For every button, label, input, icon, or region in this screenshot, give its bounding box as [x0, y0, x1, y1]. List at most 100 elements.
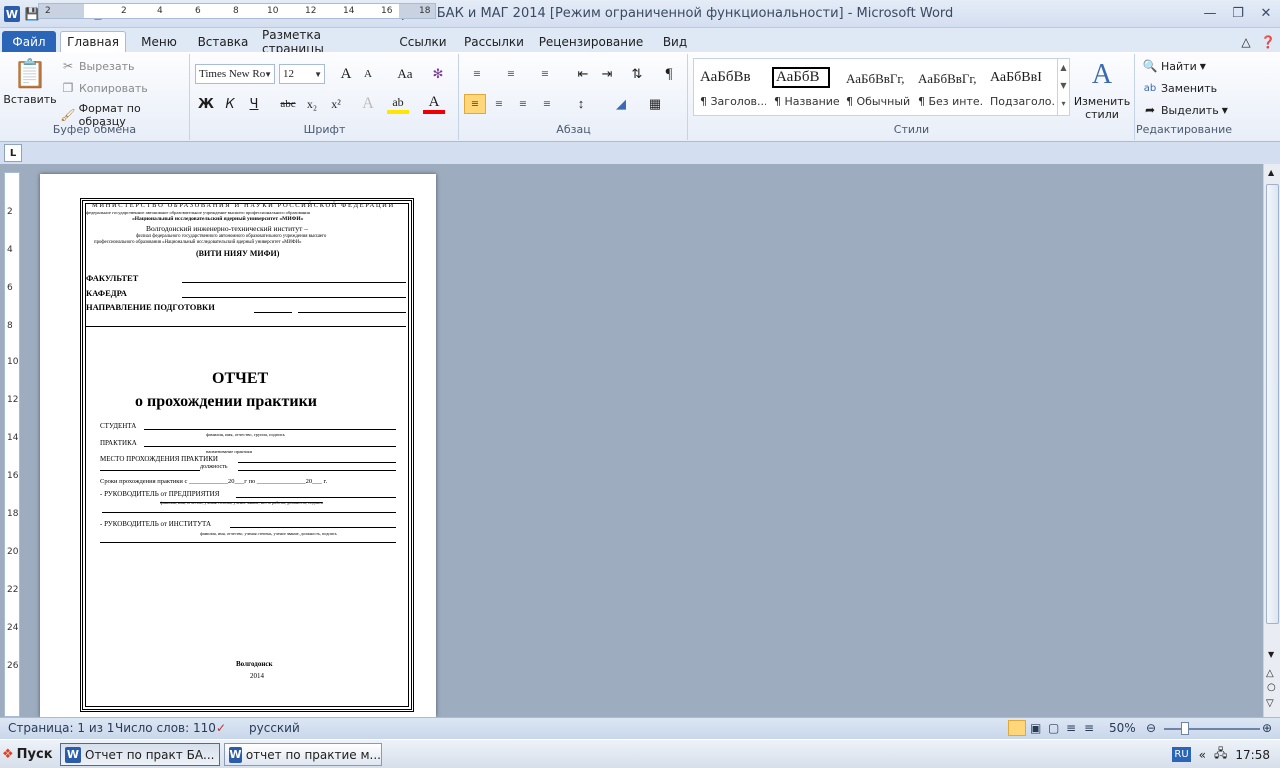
scroll-down-icon[interactable]: ▼ [1268, 650, 1274, 659]
select-button[interactable]: ➦ Выделить ▼ [1142, 102, 1228, 118]
italic-button[interactable]: К [219, 94, 241, 114]
language-indicator[interactable]: RU [1172, 747, 1191, 762]
horizontal-ruler[interactable]: 2 2 4 6 8 10 12 14 16 18 [38, 3, 436, 19]
clear-format-icon[interactable]: ✻ [427, 64, 449, 84]
network-icon[interactable]: 🖧 [1214, 744, 1227, 765]
start-button[interactable]: ❖ Пуск [2, 743, 54, 766]
paste-button[interactable]: 📋 Вставить [3, 58, 56, 118]
align-right-icon[interactable]: ≡ [512, 94, 534, 114]
tab-references[interactable]: Ссылки [394, 31, 452, 52]
borders-icon[interactable]: ▦ [644, 94, 666, 114]
next-page-icon[interactable]: ▽ [1266, 698, 1274, 709]
previous-page-icon[interactable]: △ [1266, 668, 1274, 679]
replace-button[interactable]: ab Заменить [1142, 80, 1217, 96]
tab-page-layout[interactable]: Разметка страницы [262, 28, 386, 56]
tab-insert[interactable]: Вставка [192, 31, 254, 52]
style-heading[interactable]: АаБбВв ¶ Заголов... [696, 61, 768, 113]
tab-home[interactable]: Главная [60, 31, 126, 52]
vertical-ruler[interactable]: 2 4 6 8 10 12 14 16 18 20 22 24 26 [4, 172, 20, 717]
zoom-slider[interactable] [1164, 728, 1260, 730]
underline-button[interactable]: Ч [243, 94, 265, 114]
increase-indent-icon[interactable]: ⇥ [596, 64, 618, 84]
font-color-icon[interactable]: A [423, 94, 445, 114]
zoom-level[interactable]: 50% [1109, 721, 1136, 735]
sort-icon[interactable]: ⇅ [626, 64, 648, 84]
style-no-spacing[interactable]: АаБбВвГг, ¶ Без инте... [914, 61, 986, 113]
font-name-combo[interactable]: Times New Ro ▼ [195, 64, 275, 84]
draft-view-icon[interactable]: ≡ [1084, 721, 1094, 735]
word-count-status[interactable]: Число слов: 110 [115, 721, 216, 735]
tab-mailings[interactable]: Рассылки [460, 31, 528, 52]
print-layout-view-icon[interactable] [1008, 720, 1026, 736]
practice-line [144, 446, 396, 447]
faculty-line [182, 282, 406, 283]
paragraph-group: ≡ ≡ ≡ ⇤ ⇥ ⇅ ¶ ≡ ≡ ≡ ≡ ↕ ◢ ▦ Абзац [460, 54, 688, 140]
tab-view[interactable]: Вид [656, 31, 694, 52]
minimize-button[interactable]: — [1196, 0, 1224, 26]
student-hint: фамилия, имя, отчество, группа, подпись [206, 432, 285, 437]
tab-menu[interactable]: Меню [132, 31, 186, 52]
text-effects-icon[interactable]: A [357, 94, 379, 114]
zoom-out-icon[interactable]: ⊖ [1146, 721, 1156, 735]
find-button[interactable]: 🔍 Найти ▼ [1142, 58, 1206, 74]
tab-file[interactable]: Файл [2, 31, 56, 52]
align-left-icon[interactable]: ≡ [464, 94, 486, 114]
bold-button[interactable]: Ж [195, 94, 217, 114]
word-icon: W [65, 746, 81, 763]
help-icon[interactable]: △ [1236, 31, 1256, 52]
numbering-icon[interactable]: ≡ [500, 64, 522, 84]
scroll-thumb[interactable] [1266, 184, 1279, 624]
strikethrough-button[interactable]: abc [277, 94, 299, 114]
browse-object-icon[interactable]: ○ [1267, 682, 1276, 693]
style-subtitle[interactable]: АаБбВвI Подзаголо... [986, 61, 1058, 113]
help-question-icon[interactable]: ❓ [1258, 31, 1278, 52]
line-spacing-icon[interactable]: ↕ [570, 94, 592, 114]
full-screen-reading-icon[interactable]: ▣ [1030, 721, 1041, 735]
close-button[interactable]: ✕ [1252, 0, 1280, 26]
change-case-button[interactable]: Aa [391, 64, 419, 84]
department-line [182, 297, 406, 298]
multilevel-list-icon[interactable]: ≡ [534, 64, 556, 84]
scroll-up-icon[interactable]: ▲ [1268, 168, 1274, 177]
tab-selector-button[interactable]: L [4, 144, 22, 162]
web-layout-icon[interactable]: ▢ [1048, 721, 1059, 735]
style-normal[interactable]: АаБбВвГг, ¶ Обычный [842, 61, 914, 113]
justify-icon[interactable]: ≡ [536, 94, 558, 114]
decrease-indent-icon[interactable]: ⇤ [572, 64, 594, 84]
taskbar-item-word-report[interactable]: W Отчет по практ БА... [60, 743, 220, 766]
proofing-icon[interactable]: ✓ [216, 721, 226, 735]
grow-font-button[interactable]: A [335, 64, 357, 84]
style-title[interactable]: АаБбВ ¶ Название [770, 61, 842, 113]
zoom-in-icon[interactable]: ⊕ [1262, 721, 1272, 735]
font-size-combo[interactable]: 12 ▼ [279, 64, 325, 84]
page-count-status[interactable]: Страница: 1 из 1 [8, 721, 114, 735]
align-center-icon[interactable]: ≡ [488, 94, 510, 114]
report-subtitle: о прохождении практики [135, 393, 318, 410]
tray-expand-icon[interactable]: « [1199, 748, 1206, 762]
show-formatting-button[interactable]: ¶ [658, 64, 680, 84]
document-page[interactable]: МИНИСТЕРСТВО ОБРАЗОВАНИЯ И НАУКИ РОССИЙС… [40, 174, 436, 717]
zoom-slider-thumb[interactable] [1181, 722, 1189, 735]
styles-scroll[interactable]: ▲ ▼ ▾ [1057, 59, 1069, 115]
outline-view-icon[interactable]: ≡ [1066, 721, 1076, 735]
taskbar-item-word-practice[interactable]: Wотчет по практие м... [224, 743, 382, 766]
bullets-icon[interactable]: ≡ [466, 64, 488, 84]
direction-line-1 [254, 312, 292, 313]
restore-button[interactable]: ❐ [1224, 0, 1252, 26]
place-label: МЕСТО ПРОХОЖДЕНИЯ ПРАКТИКИ [100, 455, 218, 463]
vertical-scrollbar[interactable]: ▲ ▼ △ ○ ▽ [1263, 164, 1280, 717]
language-status[interactable]: русский [249, 721, 300, 735]
superscript-button[interactable]: x² [325, 94, 347, 114]
subscript-button[interactable]: x₂ [301, 94, 323, 114]
highlight-icon[interactable]: ab [387, 94, 409, 114]
clock[interactable]: 17:58 [1235, 748, 1270, 762]
position-line [238, 470, 396, 471]
shading-icon[interactable]: ◢ [610, 94, 632, 114]
copy-button[interactable]: ❐ Копировать [60, 80, 148, 96]
change-styles-button[interactable]: A Изменить стили [1073, 58, 1131, 121]
editing-group: 🔍 Найти ▼ ab Заменить ➦ Выделить ▼ Редактиров… [1136, 54, 1232, 140]
shrink-font-button[interactable]: A [357, 64, 379, 84]
tab-review[interactable]: Рецензирование [536, 31, 646, 52]
font-group: Times New Ro ▼ 12 ▼ A A Aa ✻ Ж К Ч abc x₂ … [191, 54, 459, 140]
cut-button[interactable]: ✂ Вырезать [60, 58, 135, 74]
